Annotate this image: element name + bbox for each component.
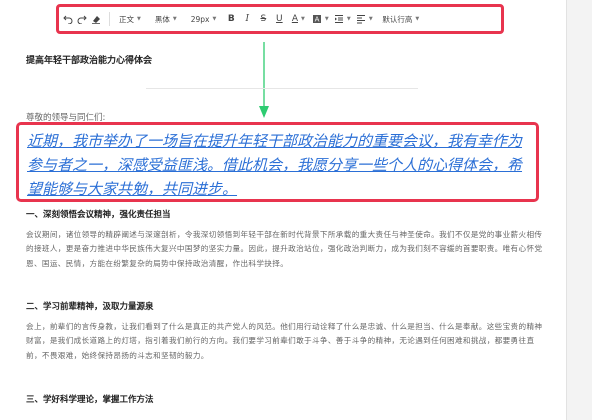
format-toolbar: 正文 ▼ 黑体 ▼ 29px ▼ B I S U A ▼ A ▼ ▼ ▼ 默认行… bbox=[56, 4, 504, 34]
chevron-down-icon: ▼ bbox=[368, 16, 373, 22]
font-color-label: A bbox=[291, 14, 298, 24]
font-size-select[interactable]: 29px ▼ bbox=[186, 9, 222, 29]
align-button[interactable]: ▼ bbox=[355, 9, 373, 29]
italic-button[interactable]: I bbox=[241, 9, 253, 29]
paragraph-style-select[interactable]: 正文 ▼ bbox=[114, 9, 146, 29]
eraser-icon bbox=[92, 16, 100, 24]
chevron-down-icon: ▼ bbox=[212, 16, 217, 22]
redo-icon bbox=[77, 15, 87, 24]
bold-button[interactable]: B bbox=[225, 9, 237, 29]
toolbar-divider bbox=[109, 12, 110, 26]
section-paragraph: 会上，前辈们的言传身教，让我们看到了什么是真正的共产党人的风范。他们用行动诠释了… bbox=[26, 322, 543, 360]
font-family-select[interactable]: 黑体 ▼ bbox=[150, 9, 182, 29]
font-size-value: 29px bbox=[190, 14, 210, 24]
undo-icon bbox=[63, 15, 73, 24]
line-spacing-select[interactable]: 默认行高 ▼ bbox=[377, 9, 424, 29]
scrollbar[interactable] bbox=[570, 0, 592, 420]
indent-button[interactable]: ▼ bbox=[333, 9, 351, 29]
font-color-button[interactable]: A ▼ bbox=[289, 9, 307, 29]
chevron-down-icon: ▼ bbox=[300, 16, 305, 22]
svg-text:A: A bbox=[314, 16, 319, 24]
clear-format-button[interactable] bbox=[91, 9, 101, 29]
highlighted-paragraph-box: 近期，我市举办了一场旨在提升年轻干部政治能力的重要会议，我有幸作为参与者之一，深… bbox=[16, 122, 539, 202]
paragraph-style-value: 正文 bbox=[119, 14, 134, 24]
section-paragraph: 会议期间，诸位领导的精辟阐述与深邃剖析，令我深切领悟到年轻干部在新时代背景下所承… bbox=[26, 230, 543, 268]
line-spacing-value: 默认行高 bbox=[382, 14, 413, 24]
align-left-icon bbox=[356, 15, 365, 24]
underline-button[interactable]: U bbox=[273, 9, 285, 29]
font-family-value: 黑体 bbox=[154, 14, 170, 24]
chevron-down-icon: ▼ bbox=[346, 16, 351, 22]
title-divider bbox=[146, 88, 418, 89]
chevron-down-icon: ▼ bbox=[324, 16, 329, 22]
undo-button[interactable] bbox=[63, 9, 73, 29]
chevron-down-icon: ▼ bbox=[172, 16, 177, 22]
strikethrough-button[interactable]: S bbox=[257, 9, 269, 29]
indent-icon bbox=[334, 15, 343, 23]
section-heading: 三、学好科学理论，掌握工作方法 bbox=[26, 395, 154, 405]
section-heading: 一、深刻领悟会议精神，强化责任担当 bbox=[26, 210, 171, 220]
highlight-icon: A bbox=[312, 15, 321, 24]
section-heading: 二、学习前辈精神，汲取力量源泉 bbox=[26, 302, 154, 312]
document-title: 提高年轻干部政治能力心得体会 bbox=[26, 56, 153, 66]
chevron-down-icon: ▼ bbox=[137, 16, 141, 22]
highlighted-paragraph[interactable]: 近期，我市举办了一场旨在提升年轻干部政治能力的重要会议，我有幸作为参与者之一，深… bbox=[27, 129, 530, 201]
highlight-color-button[interactable]: A ▼ bbox=[311, 9, 329, 29]
arrow-down-icon bbox=[259, 42, 269, 118]
redo-button[interactable] bbox=[77, 9, 87, 29]
chevron-down-icon: ▼ bbox=[415, 16, 420, 22]
document-page: 正文 ▼ 黑体 ▼ 29px ▼ B I S U A ▼ A ▼ ▼ ▼ 默认行… bbox=[0, 0, 567, 420]
